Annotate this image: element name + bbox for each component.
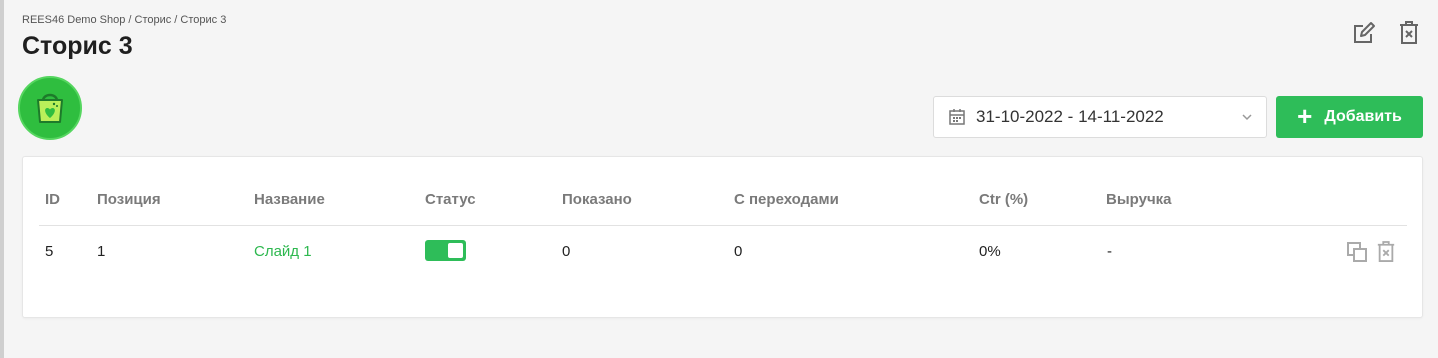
header-revenue: Выручка xyxy=(1106,191,1172,208)
cell-shown: 0 xyxy=(562,243,571,260)
date-range-value: 31-10-2022 - 14-11-2022 xyxy=(976,107,1164,126)
status-toggle[interactable] xyxy=(425,240,466,261)
toggle-knob xyxy=(448,243,463,258)
copy-icon[interactable] xyxy=(1346,241,1368,263)
table-header-divider xyxy=(39,225,1407,226)
header-position: Позиция xyxy=(97,191,161,208)
page-title: Сторис 3 xyxy=(22,32,133,60)
cell-ctr: 0% xyxy=(979,243,1001,260)
breadcrumb: REES46 Demo Shop / Сторис / Сторис 3 xyxy=(22,14,227,26)
slides-table: ID Позиция Название Статус Показано С пе… xyxy=(22,156,1423,318)
plus-icon: + xyxy=(1297,101,1313,131)
header-status: Статус xyxy=(425,191,476,208)
cell-position: 1 xyxy=(97,243,106,260)
header-clicks: С переходами xyxy=(734,191,839,208)
add-button[interactable]: + Добавить xyxy=(1276,96,1423,138)
header-id: ID xyxy=(45,191,60,208)
slide-name-link[interactable]: Слайд 1 xyxy=(254,243,312,260)
left-edge-divider xyxy=(0,0,4,358)
cell-clicks: 0 xyxy=(734,243,743,260)
chevron-down-icon xyxy=(1240,110,1254,124)
date-range-picker[interactable]: 31-10-2022 - 14-11-2022 xyxy=(933,96,1267,138)
cell-revenue: - xyxy=(1107,243,1112,260)
header-shown: Показано xyxy=(562,191,632,208)
shopping-bag-icon xyxy=(18,76,82,140)
delete-row-icon[interactable] xyxy=(1375,241,1397,263)
cell-id: 5 xyxy=(45,243,54,260)
add-button-label: Добавить xyxy=(1324,108,1402,125)
calendar-icon xyxy=(948,108,966,126)
delete-icon[interactable] xyxy=(1396,20,1422,46)
header-name: Название xyxy=(254,191,325,208)
edit-icon[interactable] xyxy=(1351,20,1377,46)
header-ctr: Ctr (%) xyxy=(979,191,1029,208)
